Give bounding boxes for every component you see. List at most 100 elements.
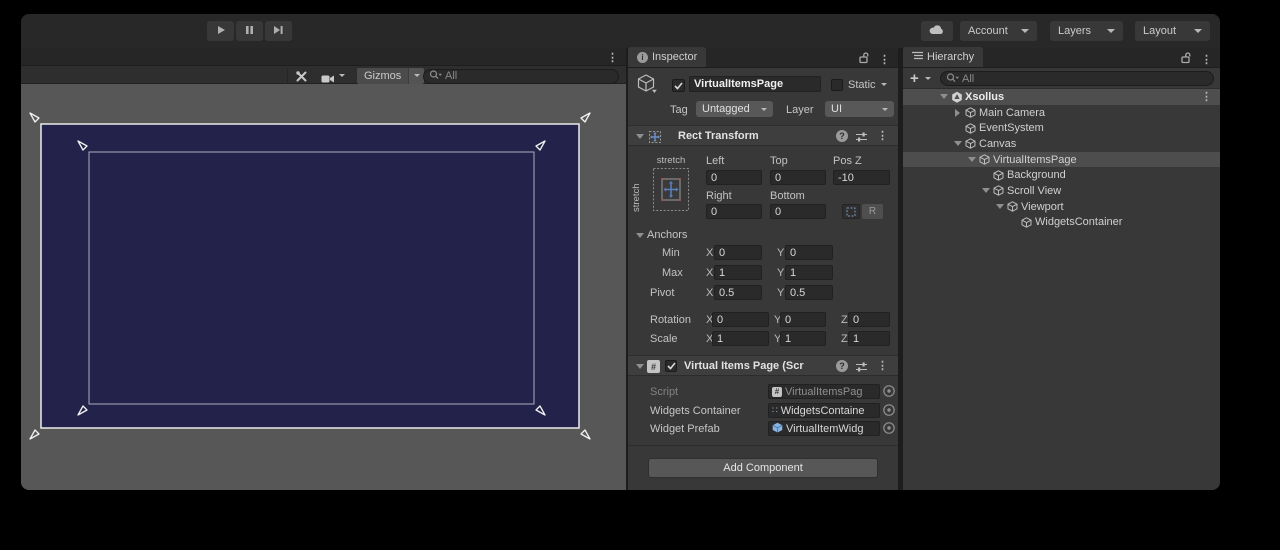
anchor-min-y-field[interactable] [785, 245, 833, 260]
rotation-x-field[interactable] [712, 312, 769, 327]
hierarchy-row[interactable]: Main Camera [903, 105, 1220, 121]
create-add-icon[interactable]: + [910, 70, 919, 87]
tag-label: Tag [670, 104, 688, 116]
layer-dropdown[interactable]: UI [825, 101, 894, 117]
account-dropdown[interactable]: Account [960, 21, 1037, 41]
scene-menu-icon[interactable]: ⋮ [1201, 90, 1212, 104]
anchor-max-x-field[interactable] [714, 265, 762, 280]
component-menu-icon[interactable]: ⋮ [877, 359, 888, 373]
foldout-icon[interactable] [636, 134, 644, 139]
hierarchy-row[interactable]: Viewport [903, 199, 1220, 215]
scene-viewport[interactable] [21, 84, 626, 490]
hierarchy-row[interactable]: EventSystem [903, 120, 1220, 136]
object-picker-icon[interactable] [882, 403, 896, 420]
chevron-down-icon [1107, 29, 1115, 33]
foldout-icon[interactable] [940, 94, 948, 99]
component-menu-icon[interactable]: ⋮ [877, 129, 888, 143]
script-icon: # [772, 387, 782, 397]
anchors-foldout-icon[interactable] [636, 233, 644, 238]
hierarchy-row[interactable]: Background [903, 167, 1220, 183]
posz-field[interactable] [833, 170, 890, 185]
play-icon [216, 22, 226, 40]
foldout-icon[interactable] [982, 188, 990, 193]
hierarchy-tab-label: Hierarchy [927, 51, 974, 63]
foldout-icon[interactable] [968, 157, 976, 162]
presets-icon[interactable] [855, 361, 868, 376]
rotation-z-field[interactable] [848, 312, 890, 327]
top-field[interactable] [770, 170, 826, 185]
hierarchy-row-scene[interactable]: Xsollus ⋮ [903, 89, 1220, 105]
presets-icon[interactable] [855, 131, 868, 146]
gameobject-icon[interactable] [636, 73, 658, 100]
foldout-icon[interactable] [954, 141, 962, 146]
panel-menu-icon[interactable]: ⋮ [879, 53, 890, 67]
pause-button[interactable] [236, 21, 263, 41]
scale-z-field[interactable] [848, 331, 890, 346]
script-component-header[interactable]: # Virtual Items Page (Scr ? ⋮ [628, 355, 898, 376]
play-button[interactable] [207, 21, 234, 41]
help-icon[interactable]: ? [836, 360, 848, 372]
hierarchy-search-input[interactable] [962, 73, 1208, 85]
gameobject-cube-icon [992, 170, 1005, 181]
hierarchy-row[interactable]: WidgetsContainer [903, 215, 1220, 231]
scale-y-field[interactable] [780, 331, 826, 346]
bottom-field[interactable] [770, 204, 826, 219]
scene-search-input[interactable] [445, 70, 613, 82]
anchor-min-x-field[interactable] [714, 245, 762, 260]
lock-icon[interactable] [1181, 51, 1192, 69]
help-icon[interactable]: ? [836, 130, 848, 142]
active-checkbox[interactable] [672, 79, 685, 92]
scene-panel: ⋮ Gizmos [21, 48, 626, 490]
anchor-preset-widget[interactable] [652, 167, 690, 215]
rect-transform-header[interactable]: Rect Transform ? ⋮ [628, 125, 898, 146]
tab-hierarchy[interactable]: Hierarchy [903, 47, 983, 67]
foldout-icon[interactable] [955, 109, 960, 117]
step-button[interactable] [265, 21, 292, 41]
foldout-icon[interactable] [636, 364, 644, 369]
create-dropdown-icon[interactable] [925, 77, 931, 80]
tab-inspector[interactable]: i Inspector [628, 47, 706, 67]
foldout-icon[interactable] [996, 204, 1004, 209]
rotation-y-field[interactable] [780, 312, 826, 327]
chevron-down-icon [1021, 29, 1029, 33]
enabled-checkbox[interactable] [665, 360, 677, 372]
camera-dropdown-icon[interactable] [339, 74, 345, 77]
script-object-field[interactable]: # VirtualItemsPag [768, 384, 880, 399]
raw-edit-mode-button[interactable]: R [862, 204, 883, 219]
desktop-background: Account Layers Layout ⋮ Gizmos [0, 0, 1280, 550]
tag-dropdown[interactable]: Untagged [696, 101, 773, 117]
right-field[interactable] [706, 204, 762, 219]
layout-dropdown[interactable]: Layout [1135, 21, 1210, 41]
object-picker-icon[interactable] [882, 421, 896, 438]
static-dropdown-icon[interactable] [881, 83, 887, 86]
blueprint-mode-button[interactable] [842, 204, 860, 219]
hierarchy-row[interactable]: Scroll View [903, 183, 1220, 199]
panel-menu-icon[interactable]: ⋮ [607, 51, 618, 65]
gizmos-dropdown[interactable]: Gizmos [357, 68, 424, 84]
gizmos-arrow-segment[interactable] [408, 68, 424, 84]
scene-search-field[interactable] [423, 69, 619, 84]
left-field[interactable] [706, 170, 762, 185]
pivot-x-field[interactable] [714, 285, 762, 300]
scale-x-field[interactable] [712, 331, 769, 346]
search-icon [946, 70, 959, 88]
posz-label: Pos Z [833, 155, 862, 167]
hierarchy-row-selected[interactable]: VirtualItemsPage [903, 152, 1220, 168]
hierarchy-search-field[interactable] [940, 71, 1214, 86]
cloud-services-button[interactable] [921, 21, 953, 41]
panel-menu-icon[interactable]: ⋮ [1201, 53, 1212, 67]
pivot-y-field[interactable] [785, 285, 833, 300]
static-checkbox[interactable] [831, 79, 843, 91]
widgets-container-field[interactable]: ∷ WidgetsContaine [768, 403, 880, 418]
hierarchy-row[interactable]: Canvas [903, 136, 1220, 152]
gameobject-name-field[interactable] [689, 76, 821, 92]
add-component-button[interactable]: Add Component [648, 458, 878, 478]
x-axis-label: X [706, 287, 713, 299]
widget-prefab-field[interactable]: VirtualItemWidg [768, 421, 880, 436]
anchor-max-y-field[interactable] [785, 265, 833, 280]
layers-dropdown[interactable]: Layers [1050, 21, 1123, 41]
stretch-vertical-label: stretch [631, 168, 642, 212]
lock-icon[interactable] [859, 51, 870, 69]
object-picker-icon[interactable] [882, 384, 896, 401]
pivot-label: Pivot [650, 287, 674, 299]
